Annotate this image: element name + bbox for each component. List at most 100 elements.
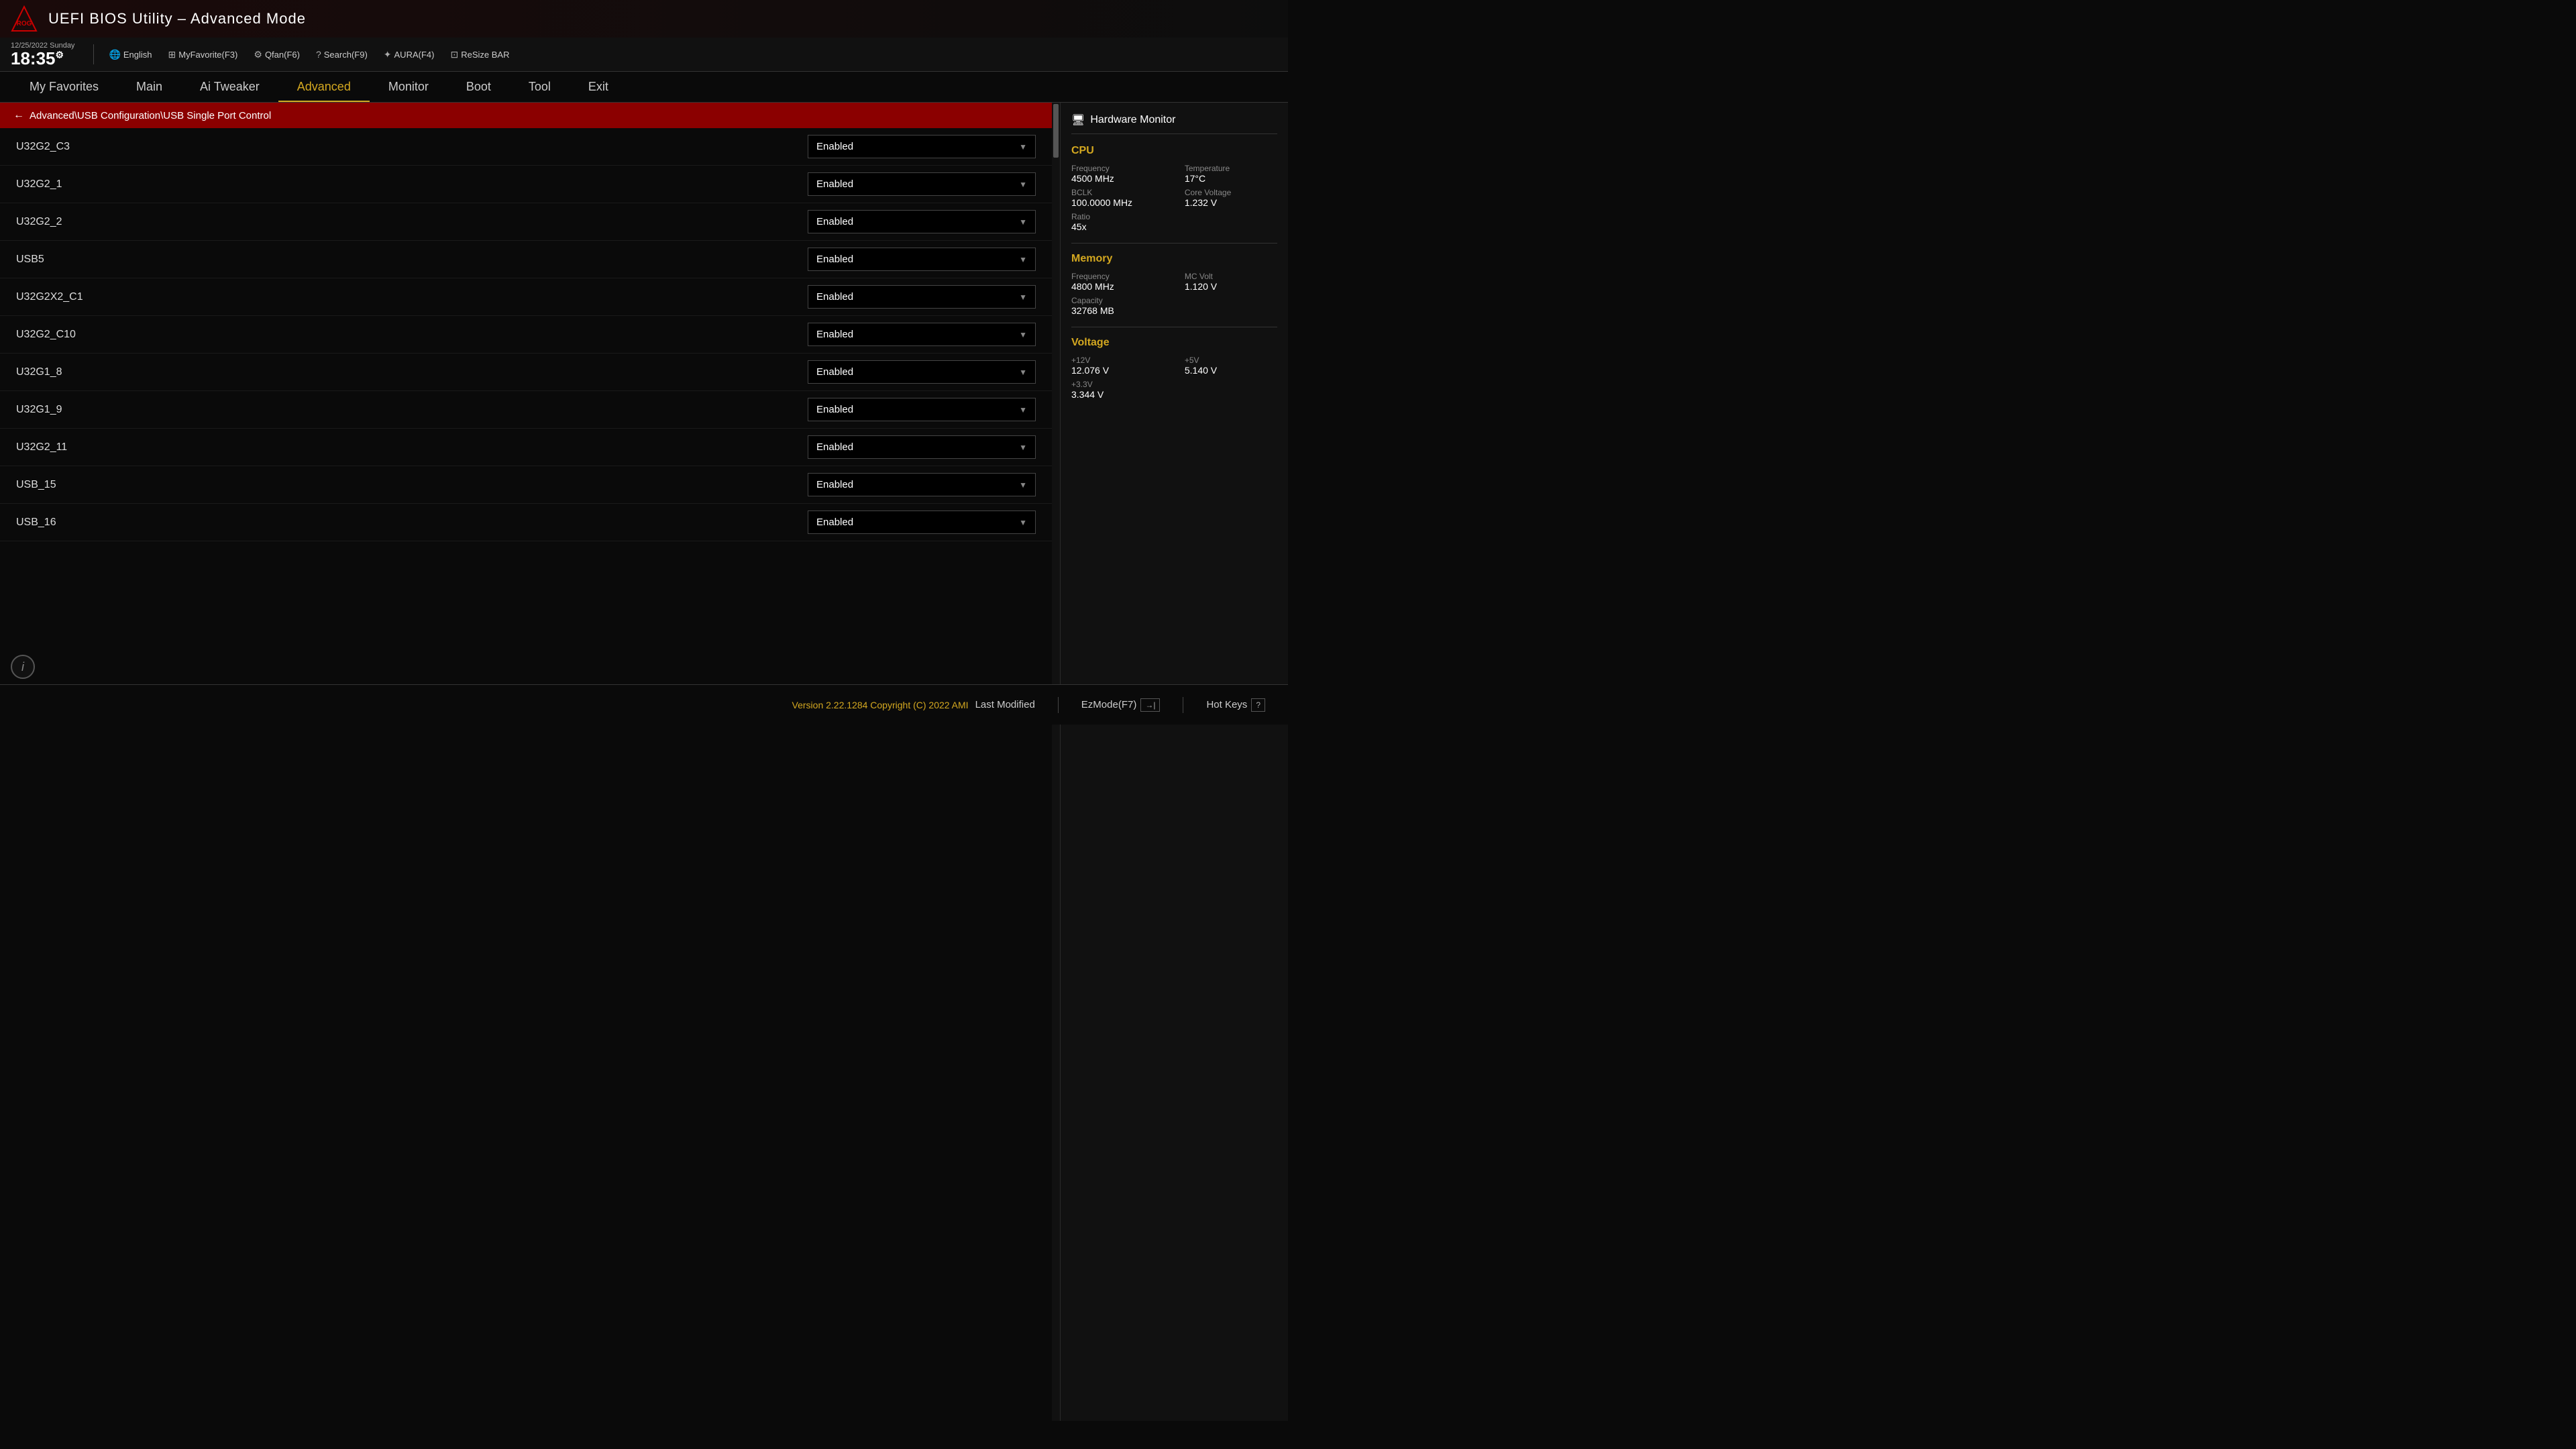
cpu-temp-col: Temperature 17°C bbox=[1185, 164, 1277, 184]
mem-capacity-col: Capacity 32768 MB bbox=[1071, 296, 1164, 316]
main-content: ← Advanced\USB Configuration\USB Single … bbox=[0, 103, 1288, 1421]
setting-label: U32G2_C10 bbox=[16, 329, 808, 341]
setting-label: USB5 bbox=[16, 254, 808, 266]
nav-boot[interactable]: Boot bbox=[447, 72, 510, 102]
title-bar: ROG UEFI BIOS Utility – Advanced Mode bbox=[0, 0, 1288, 38]
volt-5-col: +5V 5.140 V bbox=[1185, 356, 1277, 376]
cpu-memory-divider bbox=[1071, 243, 1277, 244]
breadcrumb-path: Advanced\USB Configuration\USB Single Po… bbox=[30, 110, 271, 121]
memory-section-title: Memory bbox=[1071, 253, 1277, 265]
scroll-thumb[interactable] bbox=[1053, 104, 1059, 158]
cpu-freq-row: Frequency 4500 MHz Temperature 17°C bbox=[1071, 164, 1277, 184]
setting-label: U32G1_9 bbox=[16, 404, 808, 416]
dropdown-select[interactable]: Enabled▼ bbox=[808, 435, 1036, 459]
toolbar-divider-1 bbox=[93, 44, 94, 64]
dropdown-select[interactable]: Enabled▼ bbox=[808, 473, 1036, 496]
dropdown-select[interactable]: Enabled ▼ bbox=[808, 285, 1036, 309]
ez-mode-icon: →| bbox=[1140, 698, 1160, 712]
nav-ai-tweaker[interactable]: Ai Tweaker bbox=[181, 72, 278, 102]
last-modified-btn[interactable]: Last Modified bbox=[969, 695, 1042, 714]
nav-main[interactable]: Main bbox=[117, 72, 181, 102]
setting-label: U32G1_8 bbox=[16, 366, 808, 378]
setting-label: USB_15 bbox=[16, 479, 808, 491]
dropdown-select[interactable]: Enabled▼ bbox=[808, 323, 1036, 346]
chevron-down-icon: ▼ bbox=[1019, 180, 1027, 189]
chevron-down-icon: ▼ bbox=[1019, 480, 1027, 490]
setting-row: U32G2_11Enabled▼ bbox=[0, 429, 1052, 466]
nav-advanced[interactable]: Advanced bbox=[278, 72, 370, 102]
nav-my-favorites[interactable]: My Favorites bbox=[11, 72, 117, 102]
setting-label: U32G2_2 bbox=[16, 216, 808, 228]
cpu-ratio-col: Ratio 45x bbox=[1071, 212, 1164, 232]
cpu-section: CPU Frequency 4500 MHz Temperature 17°C … bbox=[1071, 145, 1277, 232]
chevron-down-icon: ▼ bbox=[1019, 405, 1027, 415]
dropdown-value: Enabled bbox=[816, 291, 853, 303]
myfavorite-btn[interactable]: ⊞ MyFavorite(F3) bbox=[162, 46, 245, 63]
chevron-down-icon: ▼ bbox=[1019, 292, 1027, 302]
volt-33-col: +3.3V 3.344 V bbox=[1071, 380, 1164, 400]
setting-control: Enabled▼ bbox=[808, 360, 1036, 384]
setting-row: USB_15Enabled▼ bbox=[0, 466, 1052, 504]
dropdown-select[interactable]: Enabled▼ bbox=[808, 135, 1036, 158]
dropdown-select[interactable]: Enabled ▼ bbox=[808, 398, 1036, 421]
language-btn[interactable]: 🌐 English bbox=[102, 46, 158, 63]
setting-row: U32G2X2_C1 Enabled ▼ bbox=[0, 278, 1052, 316]
setting-label: U32G2X2_C1 bbox=[16, 291, 808, 303]
volt-12-row: +12V 12.076 V +5V 5.140 V bbox=[1071, 356, 1277, 376]
dropdown-select[interactable]: Enabled ▼ bbox=[808, 248, 1036, 271]
nav-exit[interactable]: Exit bbox=[570, 72, 627, 102]
back-arrow[interactable]: ← bbox=[13, 109, 24, 121]
volt-12-col: +12V 12.076 V bbox=[1071, 356, 1164, 376]
dropdown-value: Enabled bbox=[816, 216, 853, 227]
setting-row: USB5 Enabled ▼ bbox=[0, 241, 1052, 278]
toolbar: 12/25/2022 Sunday 18:35⚙ 🌐 English ⊞ MyF… bbox=[0, 38, 1288, 71]
nav-tool[interactable]: Tool bbox=[510, 72, 570, 102]
chevron-down-icon: ▼ bbox=[1019, 142, 1027, 152]
setting-row: U32G2_C3Enabled▼ bbox=[0, 128, 1052, 166]
nav-monitor[interactable]: Monitor bbox=[370, 72, 447, 102]
hw-monitor-title: 🖥 Hardware Monitor bbox=[1071, 113, 1277, 134]
ez-mode-btn[interactable]: EzMode(F7) →| bbox=[1075, 694, 1167, 716]
qfan-btn[interactable]: ⚙ Qfan(F6) bbox=[247, 46, 307, 63]
setting-label: U32G2_11 bbox=[16, 441, 808, 453]
dropdown-value: Enabled bbox=[816, 404, 853, 415]
setting-row: U32G1_9 Enabled ▼ bbox=[0, 391, 1052, 429]
info-button[interactable]: i bbox=[11, 655, 35, 679]
setting-control: Enabled▼ bbox=[808, 473, 1036, 496]
setting-label: U32G2_1 bbox=[16, 178, 808, 191]
breadcrumb: ← Advanced\USB Configuration\USB Single … bbox=[0, 103, 1052, 128]
setting-row: USB_16Enabled▼ bbox=[0, 504, 1052, 541]
dropdown-value: Enabled bbox=[816, 254, 853, 265]
hardware-monitor: 🖥 Hardware Monitor CPU Frequency 4500 MH… bbox=[1060, 103, 1288, 1421]
cpu-ratio-row: Ratio 45x bbox=[1071, 212, 1277, 232]
hot-keys-icon: ? bbox=[1251, 698, 1265, 712]
scrollbar[interactable] bbox=[1052, 103, 1060, 1421]
setting-control: Enabled▼ bbox=[808, 172, 1036, 196]
hot-keys-btn[interactable]: Hot Keys ? bbox=[1199, 694, 1272, 716]
resize-bar-btn[interactable]: ⊡ ReSize BAR bbox=[443, 46, 516, 63]
cpu-corevolt-col: Core Voltage 1.232 V bbox=[1185, 188, 1277, 208]
dropdown-value: Enabled bbox=[816, 329, 853, 340]
mem-mcvolt-col: MC Volt 1.120 V bbox=[1185, 272, 1277, 292]
nav-menu: My Favorites Main Ai Tweaker Advanced Mo… bbox=[0, 72, 1288, 103]
dropdown-select[interactable]: Enabled▼ bbox=[808, 360, 1036, 384]
chevron-down-icon: ▼ bbox=[1019, 368, 1027, 377]
dropdown-select[interactable]: Enabled▼ bbox=[808, 511, 1036, 534]
content-panel: ← Advanced\USB Configuration\USB Single … bbox=[0, 103, 1052, 1421]
time-display: 18:35⚙ bbox=[11, 50, 74, 67]
app-title: UEFI BIOS Utility – Advanced Mode bbox=[48, 10, 306, 28]
setting-control: Enabled ▼ bbox=[808, 285, 1036, 309]
setting-label: USB_16 bbox=[16, 517, 808, 529]
globe-icon: 🌐 bbox=[109, 49, 120, 60]
chevron-down-icon: ▼ bbox=[1019, 255, 1027, 264]
mem-freq-row: Frequency 4800 MHz MC Volt 1.120 V bbox=[1071, 272, 1277, 292]
fan-icon: ⚙ bbox=[254, 49, 262, 60]
chevron-down-icon: ▼ bbox=[1019, 443, 1027, 452]
cpu-bclk-col: BCLK 100.0000 MHz bbox=[1071, 188, 1164, 208]
setting-control: Enabled ▼ bbox=[808, 398, 1036, 421]
setting-control: Enabled▼ bbox=[808, 135, 1036, 158]
search-btn[interactable]: ? Search(F9) bbox=[309, 46, 374, 62]
dropdown-select[interactable]: Enabled▼ bbox=[808, 172, 1036, 196]
dropdown-select[interactable]: Enabled▼ bbox=[808, 210, 1036, 233]
aura-btn[interactable]: ✦ AURA(F4) bbox=[377, 46, 441, 63]
